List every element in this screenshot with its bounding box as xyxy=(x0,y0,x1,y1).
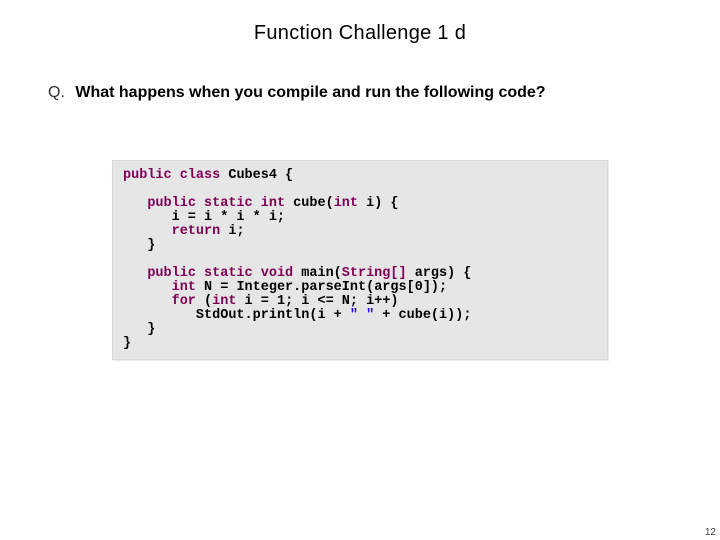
type-string-arr: String[] xyxy=(342,266,407,281)
cube-body: i = i * i * i; xyxy=(172,210,285,225)
println: println xyxy=(253,308,310,323)
args-ref: args xyxy=(374,280,406,295)
kw-class: class xyxy=(180,168,221,183)
method-cube: cube xyxy=(293,196,325,211)
slide-title: Function Challenge 1 d xyxy=(0,0,720,45)
kw-public: public xyxy=(147,266,196,281)
zero: 0 xyxy=(415,280,423,295)
var-n: N xyxy=(204,280,212,295)
class-name: Cubes4 xyxy=(228,168,277,183)
stdout: StdOut xyxy=(196,308,245,323)
parseint: parseInt xyxy=(301,280,366,295)
return-i: i xyxy=(228,224,236,239)
kw-public: public xyxy=(147,196,196,211)
kw-static: static xyxy=(204,266,253,281)
kw-int: int xyxy=(172,280,196,295)
question-text: What happens when you compile and run th… xyxy=(75,84,545,101)
kw-int: int xyxy=(261,196,285,211)
kw-int: int xyxy=(334,196,358,211)
kw-for: for xyxy=(172,294,196,309)
method-main: main xyxy=(301,266,333,281)
param-args: args xyxy=(415,266,447,281)
loop-i: i xyxy=(301,294,309,309)
question-label: Q. xyxy=(48,84,65,101)
arg-i: i xyxy=(317,308,325,323)
kw-void: void xyxy=(261,266,293,281)
kw-static: static xyxy=(204,196,253,211)
param-i: i xyxy=(366,196,374,211)
one: 1 xyxy=(277,294,285,309)
kw-public: public xyxy=(123,168,172,183)
loop-i: i xyxy=(366,294,374,309)
loop-i: i xyxy=(245,294,253,309)
page-number: 12 xyxy=(705,527,716,538)
code-block: public class Cubes4 { public static int … xyxy=(112,160,608,360)
var-n: N xyxy=(342,294,350,309)
integer-class: Integer xyxy=(236,280,293,295)
kw-int: int xyxy=(212,294,236,309)
kw-return: return xyxy=(172,224,221,239)
call-cube: cube xyxy=(399,308,431,323)
slide: Function Challenge 1 d Q. What happens w… xyxy=(0,0,720,540)
arg-i: i xyxy=(439,308,447,323)
str-space: " " xyxy=(350,308,374,323)
question-line: Q. What happens when you compile and run… xyxy=(48,84,672,102)
